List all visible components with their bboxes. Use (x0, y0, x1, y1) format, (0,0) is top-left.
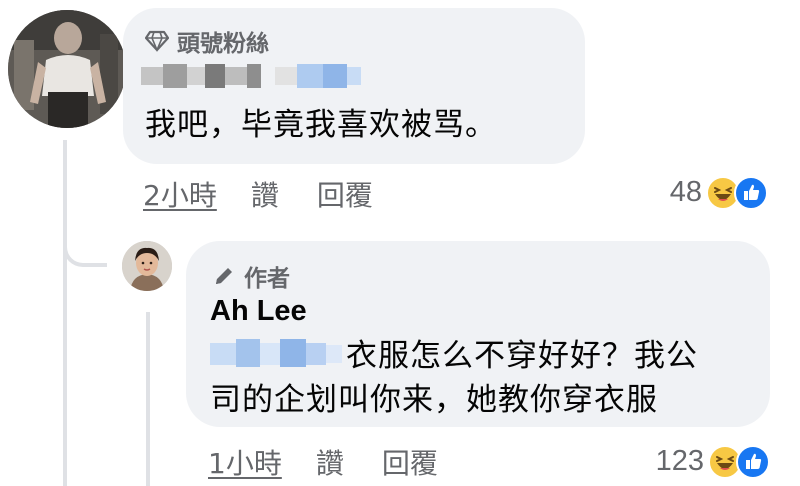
pencil-icon (216, 268, 232, 284)
like-button[interactable]: 讚 (251, 174, 279, 214)
commenter-avatar[interactable] (8, 10, 126, 128)
comment-bubble: 頭號粉絲 我吧，毕竟我喜欢被骂。 (123, 8, 585, 164)
reply-button[interactable]: 回覆 (382, 442, 438, 482)
reply-text-line1: 衣服怎么不穿好好？我公 (346, 338, 698, 374)
comment-text: 我吧，毕竟我喜欢被骂。 (145, 107, 497, 143)
reply-bubble: 作者 Ah Lee 衣服怎么不穿好好？我公 司的企划叫你来，她教你穿衣服 (186, 241, 770, 427)
diamond-icon (145, 30, 169, 52)
reaction-count: 48 (669, 176, 702, 208)
author-avatar[interactable] (122, 241, 172, 291)
author-name[interactable]: Ah Lee (210, 295, 307, 328)
like-icon (736, 445, 770, 479)
comment-timestamp[interactable]: 2小時 (143, 174, 217, 214)
reaction-summary[interactable]: 48 (640, 172, 780, 212)
reply-connector (63, 225, 107, 267)
badge-label: 作者 (244, 266, 290, 292)
reply-button[interactable]: 回覆 (317, 174, 373, 214)
reply-timestamp[interactable]: 1小時 (208, 442, 282, 482)
comment-actions: 2小時 讚 回覆 (143, 174, 373, 214)
reaction-summary[interactable]: 123 (630, 441, 780, 481)
reaction-count: 123 (655, 445, 704, 477)
mention-blurred[interactable] (210, 339, 342, 369)
top-fan-badge: 頭號粉絲 (145, 24, 269, 58)
commenter-name-blurred[interactable] (141, 64, 361, 88)
reply-thread-line (146, 312, 150, 486)
reply-text-line2: 司的企划叫你来，她教你穿衣服 (210, 382, 658, 418)
author-badge: 作者 (212, 259, 290, 293)
like-button[interactable]: 讚 (316, 442, 344, 482)
reply-actions: 1小時 讚 回覆 (208, 442, 438, 482)
badge-label: 頭號粉絲 (177, 31, 269, 57)
like-icon (734, 176, 768, 210)
thread-line (63, 140, 67, 486)
